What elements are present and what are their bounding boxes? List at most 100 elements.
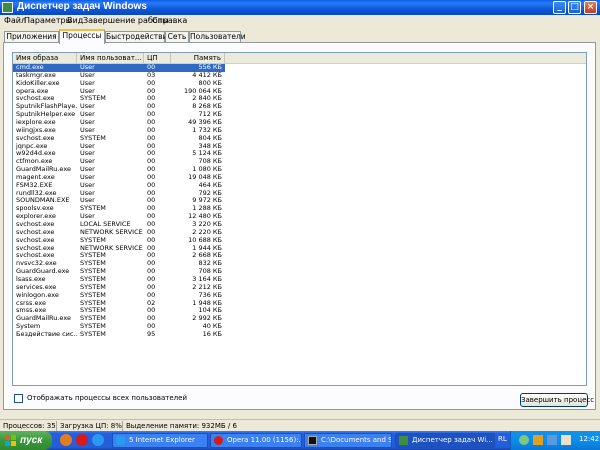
table-row[interactable]: wiingjxs.exe User 00 1 732 КБ — [13, 127, 586, 135]
cell-memory: 556 КБ — [171, 64, 225, 72]
volume-icon[interactable] — [547, 435, 557, 445]
table-row[interactable]: opera.exe User 00 190 064 КБ — [13, 87, 586, 96]
show-all-users-checkbox[interactable]: Отображать процессы всех пользователей — [14, 394, 214, 405]
table-row[interactable]: taskmgr.exe User 03 4 412 КБ — [13, 72, 586, 80]
table-row[interactable]: magent.exe User 00 19 048 КБ — [13, 174, 586, 182]
cell-image-name: svchost.exe — [16, 252, 55, 260]
table-row[interactable]: winlogon.exe SYSTEM 00 736 КБ — [13, 291, 586, 300]
task-task-manager[interactable]: Диспетчер задач Wi... — [395, 433, 495, 448]
cell-memory: 5 124 КБ — [192, 150, 222, 158]
cell-cpu: 00 — [147, 307, 156, 315]
cell-cpu: 00 — [147, 244, 156, 252]
menu-help[interactable]: Справка — [152, 16, 187, 25]
menu-view[interactable]: Вид — [67, 16, 83, 25]
table-row[interactable]: cmd.exe User 00 556 КБ — [13, 64, 586, 72]
cell-cpu: 00 — [147, 79, 156, 87]
table-row[interactable]: rundll32.exe User 00 792 КБ — [13, 190, 586, 198]
cell-cpu: 95 — [147, 330, 156, 338]
status-processes: Процессов: 35 — [0, 421, 57, 431]
firefox-icon[interactable] — [60, 434, 72, 446]
table-row[interactable]: GuardMailRu.exe SYSTEM 00 2 992 КБ — [13, 315, 586, 323]
menu-options[interactable]: Параметры — [24, 16, 72, 25]
table-row[interactable]: svchost.exe SYSTEM 00 804 КБ — [13, 135, 586, 143]
table-row[interactable]: FSM32.EXE User 00 464 КБ — [13, 182, 586, 190]
cell-image-name: jqnpc.exe — [16, 142, 48, 150]
cell-cpu: 00 — [147, 260, 156, 268]
cell-cpu: 00 — [147, 158, 156, 166]
cell-user-name: SYSTEM — [80, 252, 106, 260]
cell-image-name: SputnikFlashPlaye... — [16, 103, 77, 111]
table-row[interactable]: explorer.exe User 00 12 480 КБ — [13, 213, 586, 221]
minimize-button[interactable]: _ — [553, 1, 566, 14]
cell-user-name: User — [80, 158, 95, 166]
table-row[interactable]: SOUNDMAN.EXE User 00 9 972 КБ — [13, 197, 586, 205]
close-button[interactable]: × — [584, 1, 597, 14]
table-row[interactable]: nvsvc32.exe SYSTEM 00 832 КБ — [13, 260, 586, 268]
cell-user-name: User — [80, 103, 95, 111]
cell-memory: 190 064 КБ — [183, 87, 222, 95]
table-row[interactable]: lsass.exe SYSTEM 00 3 164 КБ — [13, 276, 586, 284]
language-indicator[interactable]: RL — [498, 435, 507, 443]
table-row[interactable]: csrss.exe SYSTEM 02 1 948 КБ — [13, 300, 586, 308]
cell-image-name: svchost.exe — [16, 228, 55, 236]
table-row[interactable]: svchost.exe SYSTEM 00 2 668 КБ — [13, 252, 586, 260]
table-row[interactable]: GuardMailRu.exe User 00 1 080 КБ — [13, 166, 586, 174]
task-command-prompt[interactable]: C:\Documents and Se... — [304, 433, 392, 448]
table-row[interactable]: System SYSTEM 00 40 КБ — [13, 323, 586, 331]
cell-cpu: 00 — [147, 213, 156, 221]
cell-cpu: 00 — [147, 103, 156, 111]
table-row[interactable]: svchost.exe NETWORK SERVICE 00 1 944 КБ — [13, 244, 586, 253]
title-bar[interactable]: Диспетчер задач Windows _ □ × — [0, 0, 600, 15]
table-row[interactable]: services.exe SYSTEM 00 2 212 КБ — [13, 283, 586, 292]
col-cpu[interactable]: ЦП — [144, 53, 171, 64]
start-button[interactable]: пуск — [0, 431, 52, 450]
cell-user-name: User — [80, 197, 95, 205]
maximize-button[interactable]: □ — [568, 1, 581, 14]
table-row[interactable]: GuardGuard.exe SYSTEM 00 708 КБ — [13, 268, 586, 276]
table-row[interactable]: SputnikFlashPlaye... User 00 8 268 КБ — [13, 103, 586, 111]
table-row[interactable]: svchost.exe NETWORK SERVICE 00 2 220 КБ — [13, 228, 586, 237]
table-row[interactable]: smss.exe SYSTEM 00 104 КБ — [13, 307, 586, 315]
checkbox-label: Отображать процессы всех пользователей — [27, 394, 188, 402]
table-row[interactable]: iexplore.exe User 00 49 396 КБ — [13, 118, 586, 127]
cell-image-name: KidoKiller.exe — [16, 79, 60, 87]
cell-memory: 3 220 КБ — [192, 221, 222, 228]
cell-cpu: 00 — [147, 118, 156, 126]
tab-processes[interactable]: Процессы — [59, 29, 105, 44]
end-process-button[interactable]: Завершить процесс — [520, 393, 594, 407]
process-list[interactable]: Имя образа Имя пользоват... ЦП Память cm… — [12, 52, 587, 386]
cell-cpu: 00 — [147, 252, 156, 260]
task-internet-explorer[interactable]: 5 Internet Explorer — [112, 433, 208, 448]
cell-memory: 9 972 КБ — [192, 197, 222, 205]
status-bar: Процессов: 35 Загрузка ЦП: 8% Выделение … — [0, 419, 600, 431]
col-memory[interactable]: Память — [171, 53, 225, 64]
ie-icon[interactable] — [92, 434, 104, 446]
antivirus-icon[interactable] — [533, 435, 543, 445]
monitor-icon[interactable] — [561, 435, 571, 445]
cell-cpu: 00 — [147, 291, 156, 299]
table-row[interactable]: KidoKiller.exe User 00 800 КБ — [13, 79, 586, 88]
table-row[interactable]: jqnpc.exe User 00 348 КБ — [13, 142, 586, 151]
clock[interactable]: 12:42 — [579, 435, 599, 443]
cell-memory: 49 396 КБ — [188, 118, 222, 126]
task-opera[interactable]: Opera 11.00 (1156):... — [210, 433, 302, 448]
cell-memory: 2 840 КБ — [192, 95, 222, 103]
table-row[interactable]: ctfmon.exe User 00 708 КБ — [13, 158, 586, 166]
table-row[interactable]: spoolsv.exe SYSTEM 00 1 288 КБ — [13, 205, 586, 213]
table-row[interactable]: svchost.exe LOCAL SERVICE 00 3 220 КБ — [13, 221, 586, 229]
cell-cpu: 00 — [147, 323, 156, 331]
menu-file[interactable]: Файл — [4, 16, 26, 25]
table-row[interactable]: SputnikHelper.exe User 00 712 КБ — [13, 111, 586, 119]
opera-icon[interactable] — [76, 434, 88, 446]
col-user-name[interactable]: Имя пользоват... — [77, 53, 144, 64]
table-row[interactable]: svchost.exe SYSTEM 00 2 840 КБ — [13, 95, 586, 103]
cell-image-name: iexplore.exe — [16, 118, 56, 126]
table-row[interactable]: svchost.exe SYSTEM 00 10 688 КБ — [13, 236, 586, 245]
network-icon[interactable] — [519, 435, 529, 445]
cell-cpu: 00 — [147, 236, 156, 244]
table-row[interactable]: Бездействие сис... SYSTEM 95 16 КБ — [13, 330, 586, 339]
checkbox-box[interactable] — [14, 394, 23, 403]
cell-memory: 2 212 КБ — [192, 283, 222, 291]
col-image-name[interactable]: Имя образа — [13, 53, 77, 64]
table-row[interactable]: w92d4d.exe User 00 5 124 КБ — [13, 150, 586, 158]
